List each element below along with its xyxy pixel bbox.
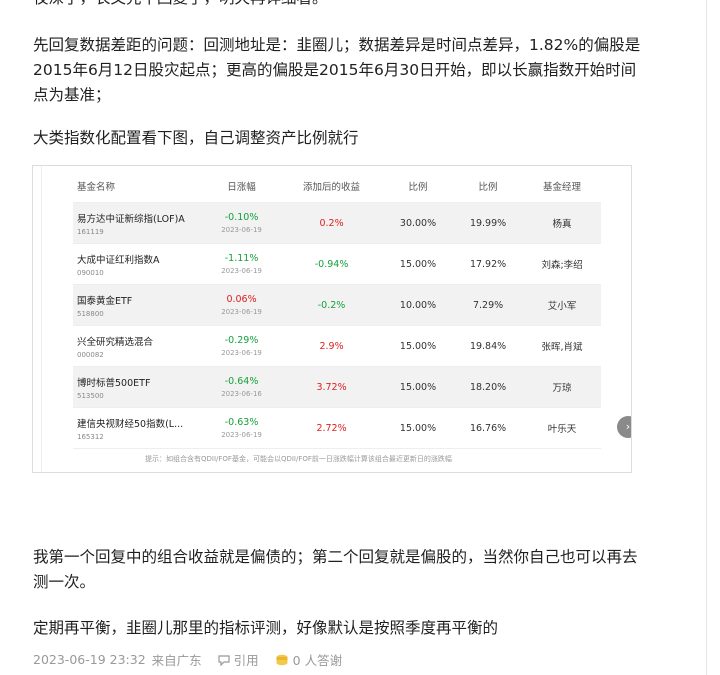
table-tip: 提示：如组合含有QDII/FOF基金，可能会以QDII/FOF前一日涨跌幅计算该… — [145, 455, 452, 463]
fund-manager: 万琼 — [523, 366, 601, 408]
added-return: 0.2% — [280, 202, 384, 244]
table-row[interactable]: 易方达中证新综指(LOF)A 161119 -0.10% 2023-06-19 0.… — [73, 202, 601, 244]
fund-name: 国泰黄金ETF — [77, 295, 133, 307]
change-date: 2023-06-19 — [221, 226, 262, 234]
fund-table: 基金名称 日涨幅 添加后的收益 比例 比例 基金经理 易方达中证新综指(LOF)… — [73, 170, 601, 449]
added-return: 3.72% — [280, 366, 384, 408]
ratio-1: 15.00% — [383, 366, 454, 408]
fund-table-screenshot[interactable]: 基金名称 日涨幅 添加后的收益 比例 比例 基金经理 易方达中证新综指(LOF)… — [32, 165, 632, 473]
ratio-2: 19.84% — [453, 325, 524, 367]
ratio-1: 10.00% — [383, 284, 454, 326]
daily-change: -0.10% — [224, 212, 259, 223]
added-return: -0.2% — [280, 284, 384, 326]
daily-change: -0.29% — [224, 335, 259, 346]
fund-manager: 刘森;李绍 — [523, 243, 601, 285]
ratio-1: 15.00% — [383, 407, 454, 449]
reply-text-4: 我第一个回复中的组合收益就是偏债的；第二个回复就是偏股的，当然你自己也可以再去测… — [33, 548, 638, 591]
added-return: -0.94% — [280, 243, 384, 285]
quote-button[interactable]: 引用 — [218, 650, 259, 669]
fund-manager: 张晖,肖斌 — [523, 325, 601, 367]
fund-code: 518800 — [77, 309, 104, 318]
ratio-1: 15.00% — [383, 243, 454, 285]
fund-code: 161119 — [77, 227, 104, 236]
header-added-return: 添加后的收益 — [280, 170, 384, 203]
thanks-button[interactable]: 0 人答谢 — [275, 650, 342, 669]
reply-text-3: 大类指数化配置看下图，自己调整资产比例就行 — [33, 129, 359, 147]
header-ratio-2: 比例 — [453, 170, 524, 203]
reply-location: 来自广东 — [151, 653, 202, 668]
ratio-2: 19.99% — [453, 202, 524, 244]
reply-text-2: 先回复数据差距的问题：回测地址是：韭圈儿；数据差异是时间点差异，1.82%的偏股… — [33, 36, 641, 104]
quote-icon — [218, 654, 230, 666]
ratio-2: 16.76% — [453, 407, 524, 449]
table-row[interactable]: 兴全研究精选混合 000082 -0.29% 2023-06-19 2.9% 15.… — [73, 325, 601, 367]
reply-text-1: 夜深了，长文先不回复了，明天再详细看。 — [33, 0, 643, 11]
scroll-right-icon[interactable]: › — [617, 416, 631, 438]
fund-name: 建信央视财经50指数(L... — [77, 418, 184, 430]
table-row[interactable]: 大成中证红利指数A 090010 -1.11% 2023-06-19 -0.94% … — [73, 243, 601, 285]
change-date: 2023-06-16 — [221, 390, 262, 398]
reply-text-5: 定期再平衡，韭圈儿那里的指标评测，好像默认是按照季度再平衡的 — [33, 619, 499, 637]
change-date: 2023-06-19 — [221, 431, 262, 439]
daily-change: -0.63% — [224, 417, 259, 428]
ratio-1: 30.00% — [383, 202, 454, 244]
fund-manager: 杨真 — [523, 202, 601, 244]
daily-change: -0.64% — [224, 376, 259, 387]
fund-name: 博时标普500ETF — [77, 377, 151, 389]
change-date: 2023-06-19 — [221, 308, 262, 316]
table-row[interactable]: 建信央视财经50指数(L... 165312 -0.63% 2023-06-19 2… — [73, 407, 601, 449]
table-row[interactable]: 博时标普500ETF 513500 -0.64% 2023-06-16 3.72% … — [73, 366, 601, 408]
fund-manager: 叶乐天 — [523, 407, 601, 449]
fund-name: 大成中证红利指数A — [77, 254, 160, 266]
added-return: 2.9% — [280, 325, 384, 367]
header-ratio-1: 比例 — [383, 170, 454, 203]
fund-manager: 艾小军 — [523, 284, 601, 326]
ratio-2: 7.29% — [453, 284, 524, 326]
added-return: 2.72% — [280, 407, 384, 449]
change-date: 2023-06-19 — [221, 267, 262, 275]
ratio-1: 15.00% — [383, 325, 454, 367]
reply-datetime: 2023-06-19 23:32 — [33, 652, 146, 667]
header-manager: 基金经理 — [523, 170, 601, 203]
daily-change: 0.06% — [226, 294, 257, 305]
fund-code: 513500 — [77, 391, 104, 400]
coin-icon — [276, 654, 288, 665]
quote-label: 引用 — [233, 653, 259, 668]
table-header-row: 基金名称 日涨幅 添加后的收益 比例 比例 基金经理 — [73, 170, 601, 203]
ratio-2: 18.20% — [453, 366, 524, 408]
fund-code: 000082 — [77, 350, 104, 359]
page-right-border — [706, 0, 707, 675]
daily-change: -1.11% — [224, 253, 259, 264]
fund-code: 090010 — [77, 268, 104, 277]
ratio-2: 17.92% — [453, 243, 524, 285]
screenshot-left-strip — [33, 166, 42, 472]
header-daily-change: 日涨幅 — [203, 170, 281, 203]
reply-meta: 2023-06-19 23:32 来自广东 引用 0 人答谢 — [33, 650, 358, 669]
table-row[interactable]: 国泰黄金ETF 518800 0.06% 2023-06-19 -0.2% 10.0… — [73, 284, 601, 326]
fund-name: 易方达中证新综指(LOF)A — [77, 213, 185, 225]
fund-name: 兴全研究精选混合 — [77, 336, 154, 348]
header-fund-name: 基金名称 — [73, 170, 203, 203]
answer-label: 0 人答谢 — [292, 653, 343, 668]
change-date: 2023-06-19 — [221, 349, 262, 357]
fund-code: 165312 — [77, 432, 104, 441]
